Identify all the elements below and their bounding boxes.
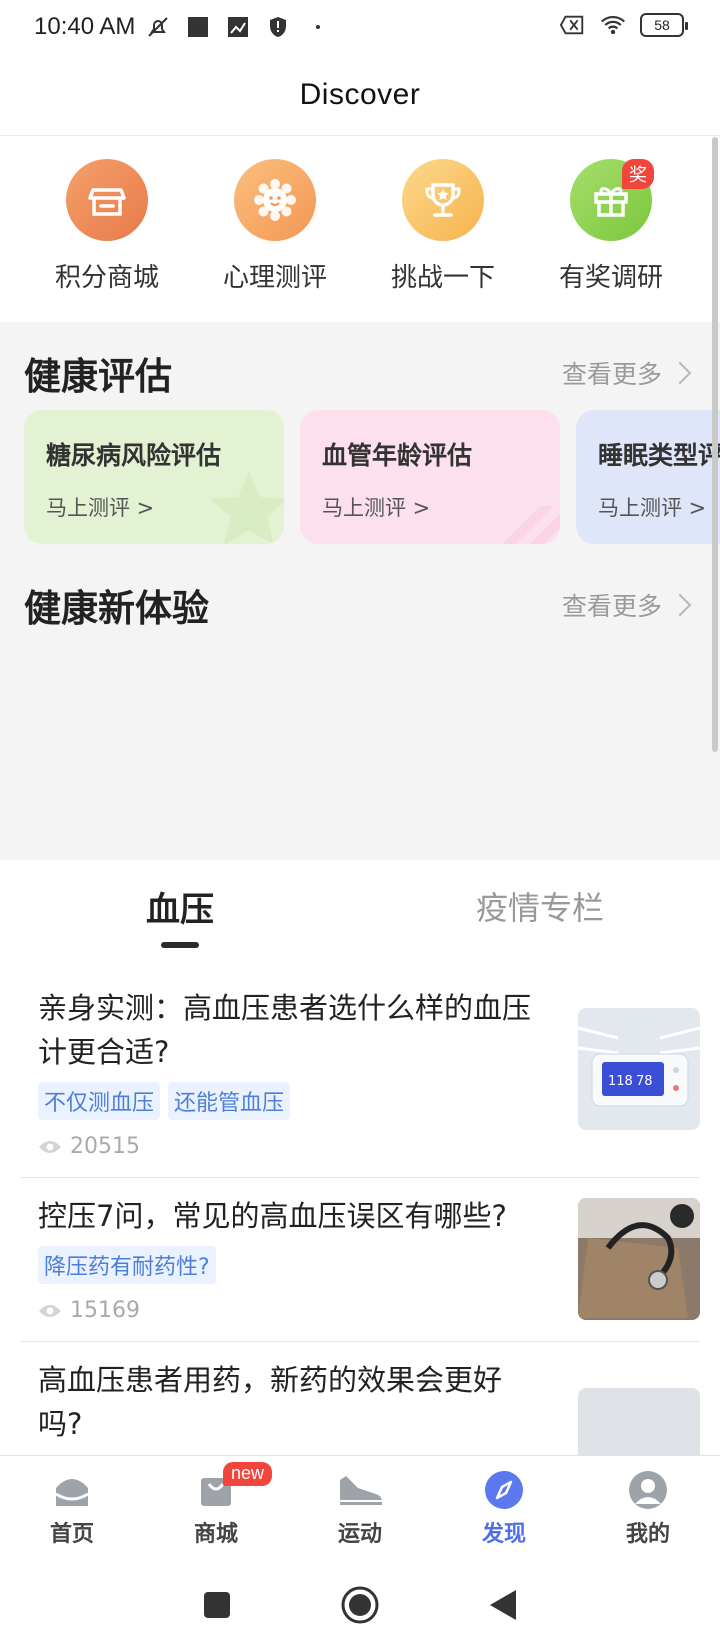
system-nav [0,1560,720,1650]
article-thumbnail: 118 78 [578,1008,700,1130]
shop-icon [66,159,148,241]
status-bar: 10:40 AM 58 [0,0,720,54]
tab-epidemic[interactable]: 疫情专栏 [360,860,720,952]
status-right-icons: 58 [560,12,688,38]
nav-sport[interactable]: 运动 [288,1456,432,1560]
view-count-value: 20515 [70,1134,140,1159]
nav-discover[interactable]: 发现 [432,1456,576,1560]
user-icon [629,1471,667,1509]
home-button-icon[interactable] [340,1585,380,1625]
compass-icon [485,1471,523,1509]
assessment-card-vascular[interactable]: 血管年龄评估 马上测评 > [300,410,560,544]
chevron-right-icon [668,361,692,385]
health-sections: 健康评估 查看更多 糖尿病风险评估 马上测评 > 血管年龄评估 马上测评 > 睡… [0,322,720,860]
assessment-card-sleep[interactable]: 睡眠类型评估 马上测评 > [576,410,720,544]
article-title: 控压7问，常见的高血压误区有哪些? [38,1199,507,1233]
shoe-icon [340,1476,382,1505]
see-more-label: 查看更多 [561,360,662,389]
quick-entry-psych-test[interactable]: 心理测评 [191,137,359,322]
article-tag[interactable]: 不仅测血压 [38,1082,161,1120]
article-tag[interactable]: 降压药有耐药性? [38,1246,216,1284]
nav-home[interactable]: 首页 [0,1456,144,1560]
quick-entry-label: 挑战一下 [390,263,495,293]
home-icon [55,1479,89,1506]
muted-notification-icon [145,14,171,40]
svg-text:118: 118 [608,1074,633,1089]
nav-mall[interactable]: new 商城 [144,1456,288,1560]
chevron-right-icon [668,593,692,617]
assessment-card-diabetes[interactable]: 糖尿病风险评估 马上测评 > [24,410,284,544]
eye-icon [39,1304,61,1317]
quick-entry-label: 积分商城 [54,263,159,293]
stripe-decoration-icon [502,506,560,544]
assessment-cards: 糖尿病风险评估 马上测评 > 血管年龄评估 马上测评 > 睡眠类型评估 马上测评… [24,410,720,544]
scrollbar[interactable] [712,137,718,752]
tab-blood-pressure[interactable]: 血压 [0,860,360,952]
section-title: 健康新体验 [24,587,209,630]
shield-alert-icon [265,14,291,40]
article-list: 亲身实测：高血压患者选什么样的血压计更合适? 不仅测血压 还能管血压 20515… [20,970,700,1455]
nav-label: 我的 [625,1522,670,1547]
article-tag[interactable]: 还能管血压 [168,1082,291,1120]
nav-label: 发现 [481,1522,526,1547]
page-header: Discover [0,54,720,136]
quick-entry-points-mall[interactable]: 积分商城 [23,137,191,322]
no-sim-icon [560,12,586,38]
nav-label: 首页 [49,1522,94,1547]
quick-entry-survey[interactable]: 奖 有奖调研 [527,137,695,322]
page-title: Discover [299,77,421,111]
article-title: 亲身实测：高血压患者选什么样的血压计更合适? [38,991,532,1069]
article-title: 高血压患者用药，新药的效果会更好吗? [38,1363,503,1441]
quick-entry-label: 有奖调研 [558,263,663,293]
quick-entry-challenge[interactable]: 挑战一下 [359,137,527,322]
dot-icon [305,14,331,40]
active-tab-indicator [161,942,199,948]
nav-label: 运动 [337,1522,382,1547]
status-time: 10:40 AM [34,13,136,40]
smile-flower-icon [234,159,316,241]
battery-indicator: 58 [640,13,688,37]
see-more-label: 查看更多 [561,592,662,621]
health-experience-header: 健康新体验 查看更多 [24,578,696,632]
back-icon[interactable] [488,1588,518,1622]
card-title: 睡眠类型评估 [598,441,720,470]
health-assessment-header: 健康评估 查看更多 [24,346,696,400]
wifi-icon [600,12,626,38]
trophy-icon [402,159,484,241]
article-item[interactable]: 控压7问，常见的高血压误区有哪些? 降压药有耐药性? 15169 [20,1178,700,1342]
article-tags: 不仅测血压 还能管血压 [38,1082,538,1120]
quick-entry-label: 心理测评 [222,263,327,293]
section-title: 健康评估 [24,355,172,398]
nav-label: 商城 [193,1522,238,1547]
eye-icon [39,1140,61,1153]
quick-entries: 积分商城 心理测评 挑战一下 奖 有奖调研 [0,137,720,322]
gift-icon: 奖 [570,159,654,241]
bottom-nav: 首页 new 商城 运动 发现 我的 [0,1455,720,1560]
see-more-link[interactable]: 查看更多 [562,355,696,391]
card-action: 马上测评 > [598,496,707,520]
article-item[interactable]: 亲身实测：高血压患者选什么样的血压计更合适? 不仅测血压 还能管血压 20515… [20,970,700,1178]
tab-label: 血压 [146,889,214,930]
view-count: 20515 [38,1134,538,1159]
article-tabs: 血压 疫情专栏 [0,860,720,952]
article-tags: 降压药有耐药性? [38,1246,538,1284]
article-thumbnail [578,1388,700,1455]
view-count: 15169 [38,1298,538,1323]
square-app-icon [185,14,211,40]
nav-profile[interactable]: 我的 [576,1456,720,1560]
article-item[interactable]: 高血压患者用药，新药的效果会更好吗? [20,1342,700,1455]
svg-text:78: 78 [636,1074,653,1089]
tab-label: 疫情专栏 [475,889,604,927]
image-app-icon [225,14,251,40]
article-thumbnail [578,1198,700,1320]
status-notification-icons [145,14,331,40]
view-count-value: 15169 [70,1298,140,1323]
recent-apps-icon[interactable] [202,1590,232,1620]
prize-badge: 奖 [622,159,654,189]
star-decoration-icon [210,471,284,544]
new-badge: new [223,1462,273,1486]
see-more-link[interactable]: 查看更多 [562,587,696,623]
